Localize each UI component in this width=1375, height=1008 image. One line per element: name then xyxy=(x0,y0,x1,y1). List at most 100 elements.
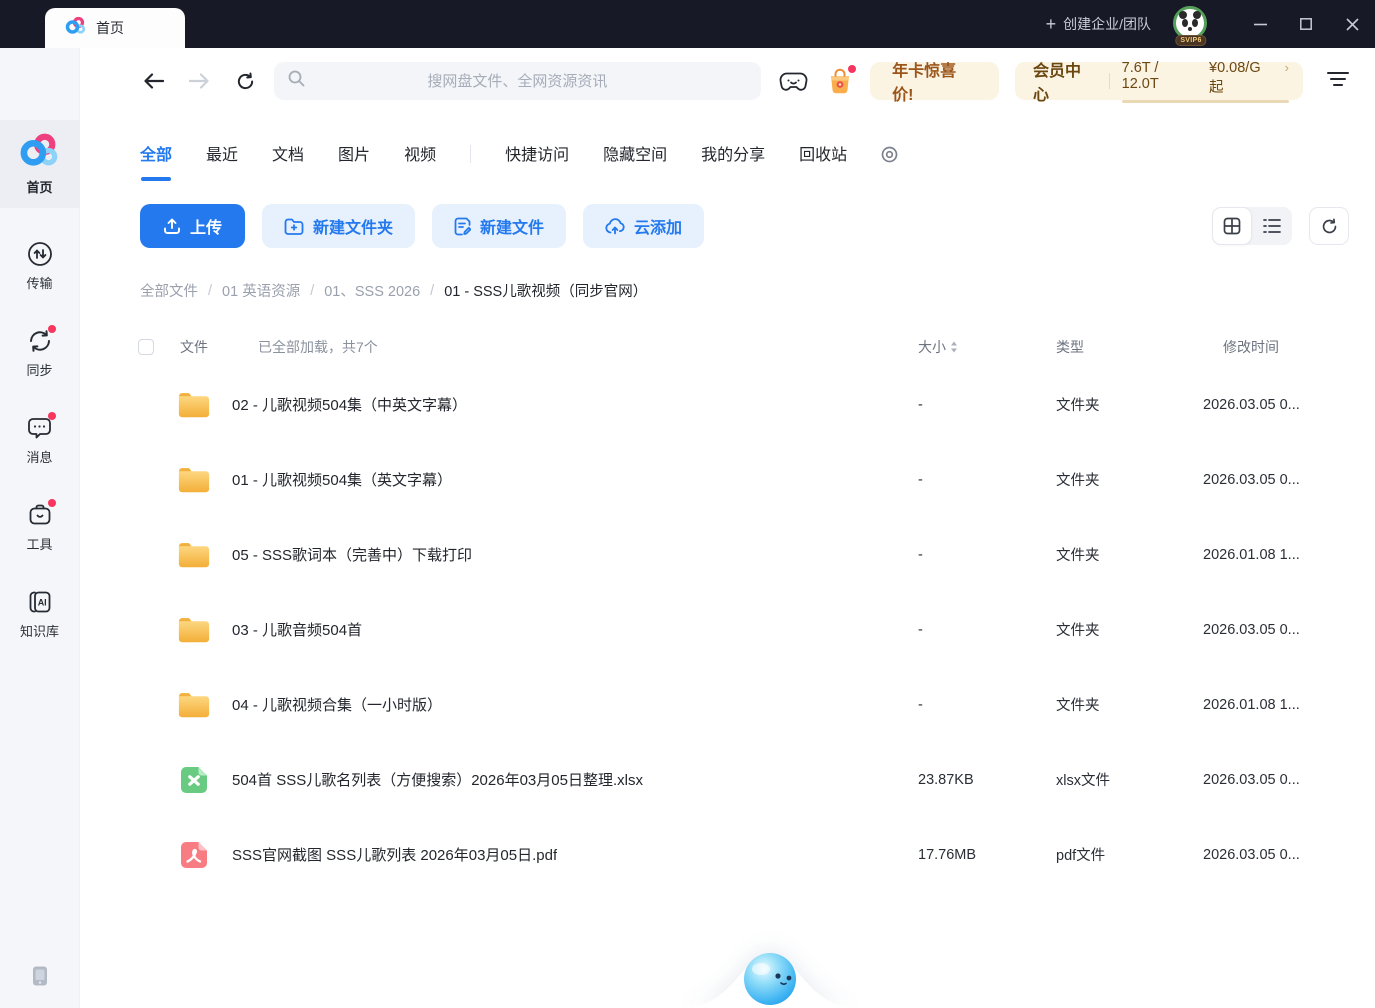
create-team-label: 创建企业/团队 xyxy=(1063,14,1151,34)
sidebar-item-sync[interactable]: 同步 xyxy=(0,324,80,382)
search-input[interactable] xyxy=(315,73,721,90)
column-size[interactable]: 大小 xyxy=(918,337,1056,357)
svg-text:AI: AI xyxy=(37,597,46,607)
file-type-icon xyxy=(176,839,212,871)
plus-icon: + xyxy=(1046,15,1057,33)
file-name[interactable]: 01 - 儿歌视频504集（英文字幕） xyxy=(232,469,452,490)
file-name[interactable]: 05 - SSS歌词本（完善中）下载打印 xyxy=(232,544,472,565)
list-view-button[interactable] xyxy=(1252,207,1292,245)
file-type: 文件夹 xyxy=(1056,394,1203,415)
storage-usage: 7.6T / 12.0T xyxy=(1122,60,1199,92)
file-name[interactable]: 504首 SSS儿歌名列表（方便搜索）2026年03月05日整理.xlsx xyxy=(232,769,643,790)
notification-dot xyxy=(48,412,56,420)
sidebar-item-messages[interactable]: 消息 xyxy=(0,411,80,469)
maximize-button[interactable] xyxy=(1283,0,1329,48)
tab-quick-access[interactable]: 快捷访问 xyxy=(505,141,569,167)
file-size: - xyxy=(918,547,1056,563)
file-modified: 2026.03.05 0... xyxy=(1203,622,1315,638)
avatar[interactable]: SVIP6 xyxy=(1173,6,1209,42)
table-row[interactable]: 03 - 儿歌音频504首 - 文件夹 2026.03.05 0... xyxy=(80,592,1375,667)
file-modified: 2026.03.05 0... xyxy=(1203,472,1315,488)
notification-dot xyxy=(848,65,856,73)
sidebar-item-transfer[interactable]: 传输 xyxy=(0,237,80,295)
ai-assistant-mascot[interactable] xyxy=(685,938,855,1008)
file-size: - xyxy=(918,472,1056,488)
sidebar-label: 知识库 xyxy=(20,621,59,640)
transfer-icon xyxy=(27,241,53,267)
file-type: 文件夹 xyxy=(1056,469,1203,490)
knowledge-ai-icon: AI xyxy=(27,589,53,615)
select-all-checkbox[interactable] xyxy=(138,339,154,355)
minimize-button[interactable] xyxy=(1237,0,1283,48)
file-size: - xyxy=(918,397,1056,413)
file-modified: 2026.03.05 0... xyxy=(1203,397,1315,413)
filter-menu-icon[interactable] xyxy=(1327,71,1349,92)
file-type-icon xyxy=(176,539,212,571)
upload-button[interactable]: 上传 xyxy=(140,204,245,248)
browser-toolbar: 年卡惊喜价! 会员中心 7.6T / 12.0T ¥0.08/G起 › xyxy=(80,48,1375,114)
new-file-icon xyxy=(454,217,471,236)
reload-button[interactable] xyxy=(235,72,257,91)
sidebar-item-home[interactable]: 首页 xyxy=(0,120,80,208)
table-row[interactable]: 05 - SSS歌词本（完善中）下载打印 - 文件夹 2026.01.08 1.… xyxy=(80,517,1375,592)
sidebar-item-knowledge[interactable]: AI 知识库 xyxy=(0,585,80,643)
table-row[interactable]: 504首 SSS儿歌名列表（方便搜索）2026年03月05日整理.xlsx 23… xyxy=(80,742,1375,817)
breadcrumb-level-1[interactable]: 01 英语资源 xyxy=(222,280,300,301)
close-button[interactable] xyxy=(1329,0,1375,48)
storage-price: ¥0.08/G起 xyxy=(1209,60,1275,97)
new-folder-button[interactable]: 新建文件夹 xyxy=(262,204,415,248)
file-type: pdf文件 xyxy=(1056,844,1203,865)
mobile-phone-icon[interactable] xyxy=(31,965,48,992)
tab-recycle-bin[interactable]: 回收站 xyxy=(799,141,847,167)
sidebar-label: 同步 xyxy=(26,360,52,379)
sidebar-label: 消息 xyxy=(26,447,52,466)
chevron-right-icon: › xyxy=(1285,60,1289,75)
table-row[interactable]: 01 - 儿歌视频504集（英文字幕） - 文件夹 2026.03.05 0..… xyxy=(80,442,1375,517)
file-name[interactable]: 02 - 儿歌视频504集（中英文字幕） xyxy=(232,394,467,415)
loaded-status: 已全部加载，共7个 xyxy=(258,337,378,357)
file-modified: 2026.01.08 1... xyxy=(1203,547,1315,563)
cloud-add-button[interactable]: 云添加 xyxy=(583,204,704,248)
home-logo-icon xyxy=(19,132,61,173)
back-button[interactable] xyxy=(143,73,165,89)
cloud-add-label: 云添加 xyxy=(634,214,682,238)
new-file-button[interactable]: 新建文件 xyxy=(432,204,566,248)
breadcrumb-root[interactable]: 全部文件 xyxy=(140,280,198,301)
sidebar-item-tools[interactable]: 工具 xyxy=(0,498,80,556)
file-name[interactable]: 03 - 儿歌音频504首 xyxy=(232,619,362,640)
welfare-gift-icon[interactable] xyxy=(826,66,854,96)
file-name[interactable]: 04 - 儿歌视频合集（一小时版） xyxy=(232,694,442,715)
member-center-button[interactable]: 会员中心 7.6T / 12.0T ¥0.08/G起 › xyxy=(1015,62,1303,100)
tab-my-shares[interactable]: 我的分享 xyxy=(701,141,765,167)
tab-recent[interactable]: 最近 xyxy=(206,141,238,167)
file-type-icon xyxy=(176,689,212,721)
breadcrumb-level-2[interactable]: 01、SSS 2026 xyxy=(324,280,420,301)
tab-pictures[interactable]: 图片 xyxy=(338,141,370,167)
tab-videos[interactable]: 视频 xyxy=(404,141,436,167)
forward-button[interactable] xyxy=(189,73,211,89)
create-team-button[interactable]: + 创建企业/团队 xyxy=(1046,14,1151,34)
tab-settings-icon[interactable] xyxy=(881,146,898,163)
table-row[interactable]: 04 - 儿歌视频合集（一小时版） - 文件夹 2026.01.08 1... xyxy=(80,667,1375,742)
app-logo-icon xyxy=(65,16,87,40)
new-folder-label: 新建文件夹 xyxy=(313,214,393,238)
app-tab-home[interactable]: 首页 xyxy=(45,8,185,48)
tab-hidden-space[interactable]: 隐藏空间 xyxy=(603,141,667,167)
column-modified[interactable]: 修改时间 xyxy=(1203,337,1315,357)
vip-badge: SVIP6 xyxy=(1175,35,1206,46)
table-row[interactable]: SSS官网截图 SSS儿歌列表 2026年03月05日.pdf 17.76MB … xyxy=(80,817,1375,892)
category-tabs: 全部 最近 文档 图片 视频 快捷访问 隐藏空间 我的分享 回收站 xyxy=(80,126,1375,182)
search-bar[interactable] xyxy=(274,62,762,100)
game-center-icon[interactable] xyxy=(779,70,808,92)
grid-view-button[interactable] xyxy=(1212,207,1252,245)
refresh-list-button[interactable] xyxy=(1309,207,1349,245)
file-name[interactable]: SSS官网截图 SSS儿歌列表 2026年03月05日.pdf xyxy=(232,844,557,865)
file-type: 文件夹 xyxy=(1056,619,1203,640)
file-list: 02 - 儿歌视频504集（中英文字幕） - 文件夹 2026.03.05 0.… xyxy=(80,367,1375,892)
cloud-add-icon xyxy=(605,217,625,235)
tab-all[interactable]: 全部 xyxy=(140,141,172,167)
tab-documents[interactable]: 文档 xyxy=(272,141,304,167)
column-type[interactable]: 类型 xyxy=(1056,337,1203,357)
table-row[interactable]: 02 - 儿歌视频504集（中英文字幕） - 文件夹 2026.03.05 0.… xyxy=(80,367,1375,442)
annual-card-promo-button[interactable]: 年卡惊喜价! xyxy=(870,62,999,100)
